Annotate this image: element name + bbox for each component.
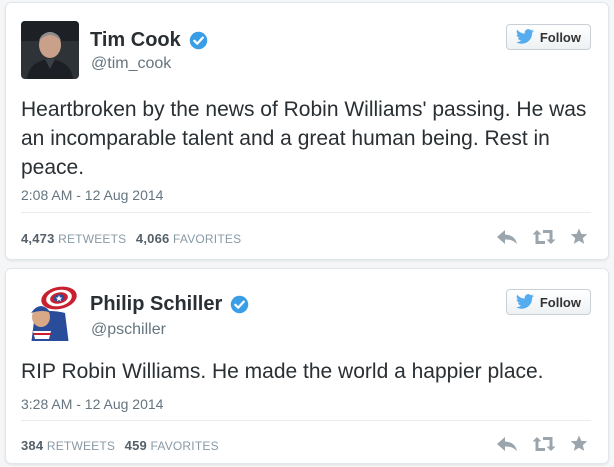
retweet-count[interactable]: 384 RETWEETS	[21, 438, 116, 453]
verified-badge-icon	[189, 31, 208, 50]
user-name[interactable]: Tim Cook	[90, 29, 181, 52]
favorite-count-value: 459	[124, 438, 147, 453]
favorite-count-label: FAVORITES	[173, 232, 242, 246]
retweet-count-value: 384	[21, 438, 44, 453]
retweet-count-label: RETWEETS	[58, 232, 127, 246]
follow-label: Follow	[539, 29, 581, 45]
retweet-icon[interactable]	[532, 436, 556, 452]
verified-badge-icon	[230, 295, 249, 314]
twitter-bird-icon	[515, 29, 535, 45]
follow-button[interactable]: Follow	[505, 24, 591, 50]
favorite-count[interactable]: 459 FAVORITES	[124, 438, 219, 453]
tweet-text: Heartbroken by the news of Robin William…	[21, 98, 587, 179]
favorite-count-value: 4,066	[135, 231, 170, 246]
retweet-icon[interactable]	[532, 229, 556, 245]
tweet-actions	[496, 435, 588, 452]
retweet-count[interactable]: 4,473 RETWEETS	[21, 231, 127, 246]
tweet-timestamp[interactable]: 2:08 AM - 12 Aug 2014	[21, 187, 163, 203]
reply-icon[interactable]	[496, 436, 518, 452]
follow-button[interactable]: Follow	[505, 289, 591, 315]
captain-america-avatar-icon	[21, 283, 79, 341]
tweet-actions	[496, 228, 588, 245]
twitter-bird-icon	[515, 294, 535, 310]
favorite-star-icon[interactable]	[570, 228, 588, 245]
divider	[21, 212, 591, 213]
user-handle[interactable]: @tim_cook	[91, 55, 171, 73]
divider	[21, 420, 591, 421]
avatar-photo-icon	[21, 21, 79, 79]
favorite-count-label: FAVORITES	[150, 439, 219, 453]
avatar[interactable]	[21, 283, 79, 341]
tweet-text: RIP Robin Williams. He made the world a …	[21, 360, 544, 383]
user-handle[interactable]: @pschiller	[91, 321, 166, 339]
follow-label: Follow	[539, 294, 581, 310]
tweet-stats: 4,473 RETWEETS 4,066 FAVORITES	[21, 231, 247, 246]
retweet-count-label: RETWEETS	[46, 439, 116, 453]
tweet-card-philip-schiller: Philip Schiller @pschiller Follow RIP Ro…	[5, 268, 609, 464]
tweet-stats: 384 RETWEETS 459 FAVORITES	[21, 438, 225, 453]
favorite-count[interactable]: 4,066 FAVORITES	[135, 231, 242, 246]
user-name[interactable]: Philip Schiller	[90, 293, 222, 316]
tweet-timestamp[interactable]: 3:28 AM - 12 Aug 2014	[21, 396, 163, 412]
tweet-card-tim-cook: Tim Cook @tim_cook Follow Heartbroken by…	[5, 2, 609, 260]
retweet-count-value: 4,473	[21, 231, 55, 246]
favorite-star-icon[interactable]	[570, 435, 588, 452]
reply-icon[interactable]	[496, 229, 518, 245]
avatar[interactable]	[21, 21, 79, 79]
